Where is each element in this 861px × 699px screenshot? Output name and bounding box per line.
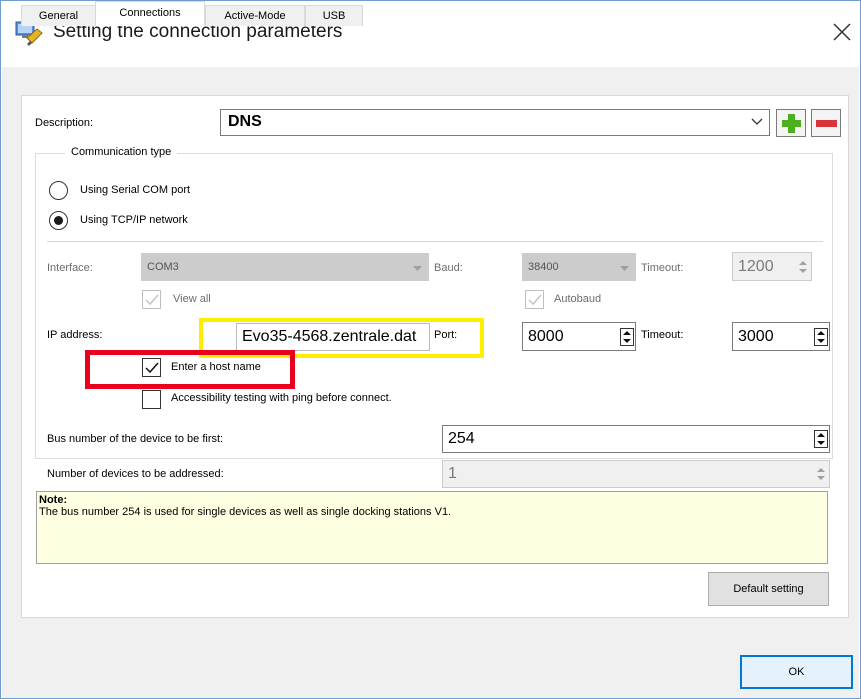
description-value: DNS [228,113,262,130]
view-all-label: View all [173,293,211,305]
description-combo[interactable]: DNS [220,109,770,136]
checkmark-icon [145,294,159,306]
tcp-ip-label: Using TCP/IP network [80,214,188,226]
ping-checkbox[interactable] [142,390,161,409]
tcp-timeout-input[interactable]: 3000 [732,322,830,351]
spinner-arrows-icon[interactable] [814,328,828,346]
ip-address-label: IP address: [47,329,103,341]
spinner-arrows-icon[interactable] [620,328,634,346]
default-setting-button[interactable]: Default setting [708,572,829,606]
port-input[interactable]: 8000 [522,322,636,351]
tab-active-mode[interactable]: Active-Mode [205,5,305,26]
bus-first-input[interactable]: 254 [442,425,830,453]
chevron-down-icon [620,266,629,271]
bus-first-label: Bus number of the device to be first: [47,433,224,445]
view-all-checkbox[interactable] [142,290,161,309]
interface-select[interactable]: COM3 [141,253,429,281]
serial-com-radio[interactable] [49,181,68,200]
description-label: Description: [35,117,94,129]
autobaud-label: Autobaud [554,293,602,305]
note-title: Note: [39,494,68,506]
tab-usb[interactable]: USB [305,5,363,26]
interface-value: COM3 [147,261,179,273]
chevron-down-icon [751,118,763,125]
plus-icon [782,114,801,133]
serial-timeout-value: 1200 [738,258,774,275]
note-text: The bus number 254 is used for single de… [39,506,452,518]
tcp-ip-radio[interactable] [49,211,68,230]
device-count-input[interactable]: 1 [442,460,830,488]
tcp-timeout-value: 3000 [738,328,774,345]
remove-description-button[interactable] [811,109,841,137]
spinner-arrows-icon [799,261,807,273]
tcp-timeout-label: Timeout: [641,329,684,341]
device-count-label: Number of devices to be addressed: [47,468,224,480]
interface-label: Interface: [47,262,93,274]
serial-timeout-input[interactable]: 1200 [732,252,812,281]
chevron-down-icon [413,266,422,271]
baud-value: 38400 [528,261,559,273]
serial-com-label: Using Serial COM port [80,184,191,196]
bus-first-value: 254 [448,430,475,447]
autobaud-checkbox[interactable] [525,290,544,309]
device-count-value: 1 [448,465,457,482]
add-description-button[interactable] [776,109,806,137]
tab-connections[interactable]: Connections [95,1,205,26]
communication-group-label: Communication type [65,146,178,158]
close-icon[interactable] [829,19,855,45]
baud-select[interactable]: 38400 [522,253,636,281]
spinner-arrows-icon[interactable] [814,430,828,448]
serial-timeout-label: Timeout: [641,262,684,274]
spinner-arrows-icon [817,468,825,480]
tab-general[interactable]: General [21,5,96,26]
divider [47,241,823,242]
checkmark-icon [528,294,542,306]
ping-label: Accessibility testing with ping before c… [171,392,392,404]
note-box: Note: The bus number 254 is used for sin… [36,491,828,564]
port-value: 8000 [528,328,564,345]
ok-button[interactable]: OK [740,655,853,689]
dialog-window: Setting the connection parameters Genera… [0,0,861,699]
minus-icon [816,120,837,127]
red-highlight-box [85,350,295,389]
baud-label: Baud: [434,262,463,274]
